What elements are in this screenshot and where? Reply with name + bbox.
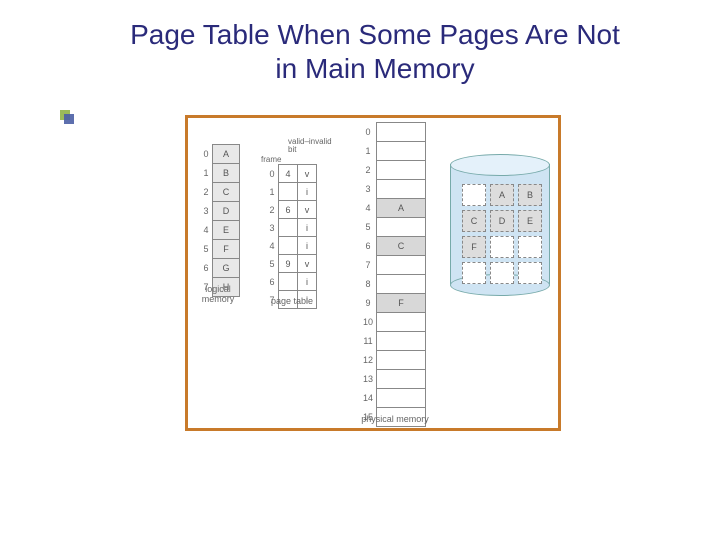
valid-invalid-header: valid–invalid bit [288, 138, 332, 154]
physical-memory-label: physical memory [360, 414, 430, 424]
disk-page-grid: ABCDEF [458, 180, 546, 288]
figure-content: 0A1B2C3D4E5F6G7H logical memory frame va… [188, 118, 558, 428]
logical-memory-table: 0A1B2C3D4E5F6G7H [200, 144, 240, 297]
title-line-1: Page Table When Some Pages Are Not [130, 19, 620, 50]
slide-title: Page Table When Some Pages Are Not in Ma… [0, 0, 720, 89]
figure-frame: 0A1B2C3D4E5F6G7H logical memory frame va… [185, 115, 561, 431]
physical-memory-table: 01234A56C789F101112131415 [360, 122, 426, 427]
frame-header: frame [261, 155, 281, 164]
backing-store-disk: ABCDEF [450, 154, 548, 294]
bullet-icon [60, 110, 74, 124]
title-line-2: in Main Memory [275, 53, 474, 84]
logical-memory-label: logical memory [196, 284, 240, 304]
page-table: 04v1i26v3i4i59v6i7i [266, 164, 317, 309]
page-table-label: page table [266, 296, 318, 306]
